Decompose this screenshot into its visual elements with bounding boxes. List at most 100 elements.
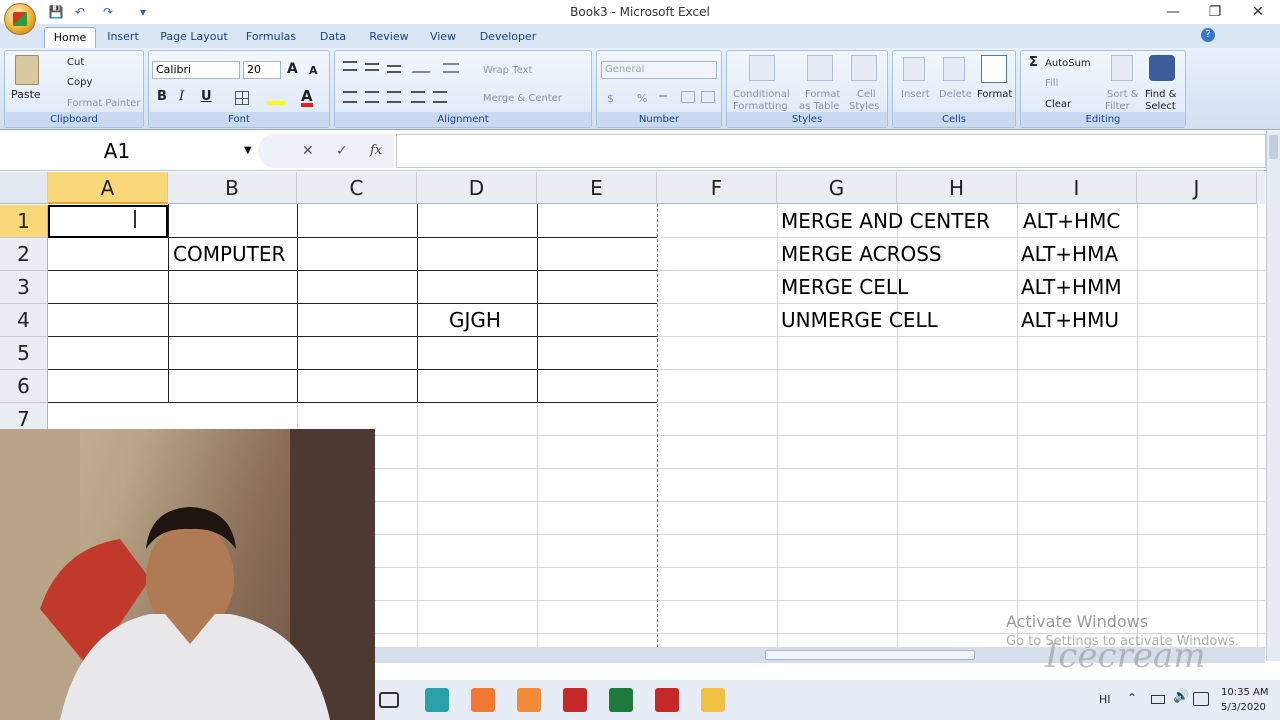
editing-group: Σ AutoSum Fill Clear Sort & Filter Find … xyxy=(1020,50,1186,128)
tab-formulas[interactable]: Formulas xyxy=(242,27,300,48)
paste-button[interactable]: Paste xyxy=(11,89,41,101)
cell-g1[interactable]: MERGE AND CENTER xyxy=(781,205,990,238)
format-painter-button[interactable]: Format Painter xyxy=(67,98,140,110)
cell-g2[interactable]: MERGE ACROSS xyxy=(781,238,942,271)
grow-font-icon[interactable]: A xyxy=(287,62,298,76)
tab-view[interactable]: View xyxy=(424,27,462,48)
name-box[interactable]: A1 xyxy=(2,134,258,168)
cell-g4[interactable]: UNMERGE CELL xyxy=(781,304,938,337)
bold-button[interactable]: B xyxy=(157,90,167,103)
cell-i3[interactable]: ALT+HMM xyxy=(1021,271,1122,304)
delete-cells-icon[interactable] xyxy=(943,57,965,81)
conditional-formatting-icon[interactable] xyxy=(749,55,775,81)
increase-indent-icon[interactable] xyxy=(433,91,447,103)
format-as-table-icon[interactable] xyxy=(807,55,833,81)
vertical-scrollbar[interactable] xyxy=(1266,131,1280,661)
paste-icon[interactable] xyxy=(15,55,39,85)
close-button[interactable]: ✕ xyxy=(1245,2,1271,22)
merge-center-button[interactable]: Merge & Center xyxy=(483,93,562,105)
orientation-icon[interactable] xyxy=(411,61,437,73)
percent-button[interactable]: % xyxy=(637,93,647,105)
namebox-dropdown-icon[interactable]: ▼ xyxy=(244,145,252,156)
decrease-indent-icon[interactable] xyxy=(411,91,425,103)
enter-icon[interactable]: ✓ xyxy=(336,144,348,158)
cell-g3[interactable]: MERGE CELL xyxy=(781,271,908,304)
fill-color-icon[interactable] xyxy=(267,91,285,105)
insert-cells-icon[interactable] xyxy=(903,57,925,81)
sort-filter-icon[interactable] xyxy=(1111,55,1133,81)
shrink-font-icon[interactable]: A xyxy=(309,65,318,77)
format-cells-icon[interactable] xyxy=(981,55,1007,83)
align-center-icon[interactable] xyxy=(365,91,379,103)
antivirus-icon[interactable] xyxy=(563,688,587,712)
task-view-icon[interactable] xyxy=(379,692,399,708)
antivirus2-icon[interactable] xyxy=(655,688,679,712)
cell-styles-button[interactable]: Cell xyxy=(857,89,876,101)
sort-filter-button[interactable]: Sort & xyxy=(1107,89,1138,101)
cell-styles-icon[interactable] xyxy=(851,55,877,81)
binoculars-icon[interactable] xyxy=(1149,55,1175,81)
find-select-button[interactable]: Find & xyxy=(1145,89,1176,101)
text-direction-icon[interactable] xyxy=(443,63,459,73)
recorder-app-icon[interactable] xyxy=(471,688,495,712)
conditional-formatting-button[interactable]: Conditional xyxy=(733,89,790,101)
clear-button[interactable]: Clear xyxy=(1045,99,1071,111)
cell-i4[interactable]: ALT+HMU xyxy=(1021,304,1119,337)
currency-button[interactable]: $ xyxy=(607,93,614,105)
borders-icon[interactable] xyxy=(235,91,249,105)
insert-cells-button[interactable]: Insert xyxy=(901,89,930,101)
hscroll-thumb[interactable] xyxy=(765,650,975,660)
number-format-combo[interactable]: General xyxy=(601,61,717,79)
cut-button[interactable]: Cut xyxy=(67,57,84,69)
cancel-icon[interactable]: ✕ xyxy=(302,144,314,158)
battery-icon[interactable] xyxy=(1151,695,1165,704)
decrease-decimal-icon[interactable] xyxy=(701,91,715,103)
insert-function-icon[interactable]: fx xyxy=(370,144,382,157)
clock-date[interactable]: 5/3/2020 xyxy=(1221,702,1266,714)
tab-developer[interactable]: Developer xyxy=(474,27,542,48)
cell-b2[interactable]: COMPUTER xyxy=(173,238,285,271)
font-name-combo[interactable]: Calibri xyxy=(152,61,240,79)
tab-review[interactable]: Review xyxy=(364,27,414,48)
file-explorer-icon[interactable] xyxy=(701,688,725,712)
office-button[interactable] xyxy=(4,3,36,35)
cell-i2[interactable]: ALT+HMA xyxy=(1021,238,1118,271)
underline-button[interactable]: U xyxy=(201,90,212,103)
tab-insert[interactable]: Insert xyxy=(100,27,146,48)
format-cells-button[interactable]: Format xyxy=(977,89,1012,101)
minimize-button[interactable]: — xyxy=(1160,2,1186,22)
format-as-table-button[interactable]: Format xyxy=(805,89,840,101)
restore-button[interactable]: ❐ xyxy=(1202,2,1228,22)
top-align-icon[interactable] xyxy=(343,61,357,71)
recorder-app2-icon[interactable] xyxy=(517,688,541,712)
tray-chevron-icon[interactable]: ⌃ xyxy=(1127,692,1137,704)
comma-icon[interactable] xyxy=(659,95,667,97)
tab-data[interactable]: Data xyxy=(312,27,354,48)
cell-i1[interactable]: ALT+HMC xyxy=(1023,205,1120,238)
clock-time[interactable]: 10:35 AM xyxy=(1221,687,1268,699)
camera-app-icon[interactable] xyxy=(425,688,449,712)
wrap-text-button[interactable]: Wrap Text xyxy=(483,65,532,77)
delete-cells-button[interactable]: Delete xyxy=(939,89,972,101)
fill-button[interactable]: Fill xyxy=(1045,78,1058,90)
font-color-icon[interactable]: A xyxy=(301,89,313,107)
italic-button[interactable]: I xyxy=(179,90,184,103)
align-right-icon[interactable] xyxy=(387,91,401,103)
align-left-icon[interactable] xyxy=(343,91,357,103)
increase-decimal-icon[interactable] xyxy=(681,91,695,103)
copy-button[interactable]: Copy xyxy=(67,77,92,89)
formula-input[interactable] xyxy=(396,134,1266,168)
network-icon[interactable] xyxy=(1193,692,1209,706)
middle-align-icon[interactable] xyxy=(365,63,379,71)
tab-home[interactable]: Home xyxy=(44,27,96,48)
scroll-thumb[interactable] xyxy=(1269,135,1278,159)
autosum-button[interactable]: AutoSum xyxy=(1045,58,1091,70)
bottom-align-icon[interactable] xyxy=(387,65,401,73)
font-size-combo[interactable]: 20 xyxy=(243,61,281,79)
tab-page-layout[interactable]: Page Layout xyxy=(154,27,234,48)
help-icon[interactable]: ? xyxy=(1201,28,1215,42)
volume-icon[interactable]: 🔊 xyxy=(1173,690,1189,703)
cell-d4[interactable]: GJGH xyxy=(449,304,501,337)
excel-icon[interactable] xyxy=(609,688,633,712)
language-indicator[interactable]: HI xyxy=(1099,694,1111,706)
